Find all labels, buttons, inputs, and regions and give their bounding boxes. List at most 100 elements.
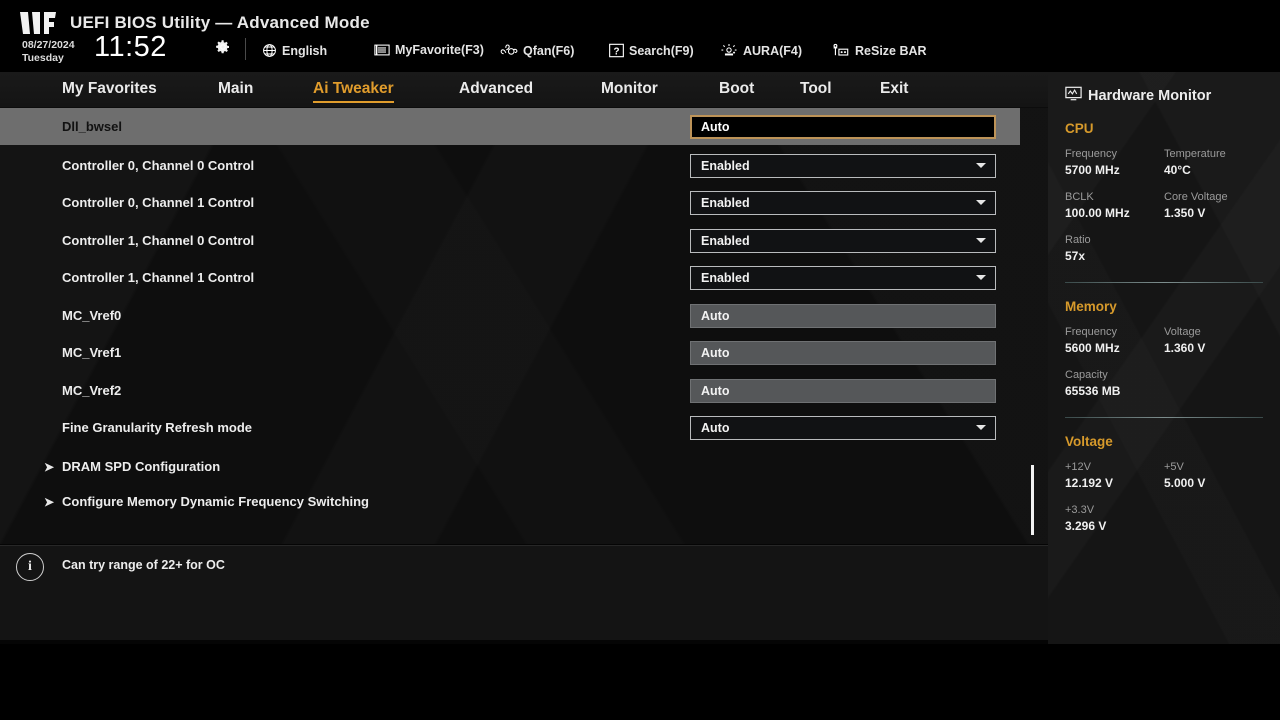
header-item-label: MyFavorite(F3)	[395, 43, 484, 57]
setting-label: MC_Vref2	[62, 383, 122, 398]
tab-advanced[interactable]: Advanced	[459, 80, 533, 101]
setting-value-dropdown[interactable]: Enabled	[690, 153, 996, 178]
header-item-search[interactable]: ? Search(F9)	[609, 43, 694, 58]
header-item-label: Qfan(F6)	[523, 43, 575, 58]
header-item-english[interactable]: English	[262, 43, 327, 58]
hw-metric-ratio: Ratio 57x	[1065, 233, 1263, 265]
setting-row-mc-vref2[interactable]: MC_Vref2 Auto	[0, 372, 1020, 409]
hw-metric-key: +5V	[1164, 461, 1184, 473]
setting-label: MC_Vref0	[62, 308, 122, 323]
hw-metric-value: 12.192 V	[1065, 476, 1114, 490]
setting-row-controller0-channel1[interactable]: Controller 0, Channel 1 Control Enabled	[0, 184, 1020, 221]
setting-value-input[interactable]: Auto	[690, 378, 996, 403]
hw-metric-key: +3.3V	[1065, 504, 1095, 516]
hw-metric-12v: +12V 12.192 V	[1065, 460, 1164, 492]
weekday-text: Tuesday	[22, 51, 64, 64]
chevron-down-icon	[976, 275, 986, 280]
setting-row-dll-bwsel[interactable]: Dll_bwsel Auto	[0, 108, 1020, 145]
header-item-label: English	[282, 43, 328, 58]
setting-value-input[interactable]: Auto	[690, 114, 996, 139]
header-item-label: ReSize BAR	[855, 43, 927, 58]
footer-bar: Last Modified EzMode(F7)| Hot Keys ? Ver…	[0, 644, 1280, 720]
hw-metric-value: 5700 MHz	[1065, 163, 1120, 177]
setting-label: Controller 1, Channel 1 Control	[62, 270, 255, 285]
hw-metric-key: BCLK	[1065, 191, 1094, 203]
system-clock: 11:52	[94, 31, 167, 63]
chevron-down-icon	[976, 163, 986, 168]
setting-row-mc-vref1[interactable]: MC_Vref1 Auto	[0, 334, 1020, 371]
header-bar: UEFI BIOS Utility — Advanced Mode 08/27/…	[0, 0, 1280, 72]
hw-metric-value: 1.350 V	[1164, 206, 1206, 220]
header-item-resizebar[interactable]: ReSize BAR	[831, 43, 927, 58]
setting-value-dropdown[interactable]: Enabled	[690, 228, 996, 253]
hw-metric-bclk: BCLK 100.00 MHz	[1065, 190, 1164, 222]
hw-metric-memory-voltage: Voltage 1.360 V	[1164, 325, 1263, 357]
chevron-down-icon	[976, 238, 986, 243]
hw-section-memory-title: Memory	[1065, 299, 1117, 314]
hardware-monitor-title: Hardware Monitor	[1088, 87, 1212, 104]
submenu-row-configure-memory-dynamic-frequency-switching[interactable]: ➤ Configure Memory Dynamic Frequency Swi…	[0, 483, 1020, 520]
hw-section-cpu-title: CPU	[1065, 121, 1094, 136]
info-icon: i	[16, 553, 44, 581]
settings-scrollbar-thumb[interactable]	[1031, 465, 1034, 535]
hw-metric-value: 40°C	[1164, 163, 1191, 177]
svg-text:?: ?	[613, 46, 619, 57]
hw-metric-cpu-temperature: Temperature 40°C	[1164, 147, 1263, 179]
setting-row-controller1-channel0[interactable]: Controller 1, Channel 0 Control Enabled	[0, 222, 1020, 259]
header-item-myfavorite[interactable]: MyFavorite(F3)	[374, 43, 484, 57]
page-title: UEFI BIOS Utility — Advanced Mode	[70, 13, 370, 32]
tab-monitor[interactable]: Monitor	[601, 80, 658, 101]
header-item-aura[interactable]: AURA(F4)	[720, 43, 802, 58]
hw-metric-key: Frequency	[1065, 326, 1117, 338]
dropdown-value: Enabled	[701, 270, 750, 285]
submenu-label: Configure Memory Dynamic Frequency Switc…	[62, 494, 369, 509]
setting-label: MC_Vref1	[62, 345, 122, 360]
hw-metric-key: Temperature	[1164, 148, 1226, 160]
setting-value-dropdown[interactable]: Enabled	[690, 265, 996, 290]
hw-row: +12V 12.192 V +5V 5.000 V	[1065, 460, 1263, 492]
setting-row-mc-vref0[interactable]: MC_Vref0 Auto	[0, 297, 1020, 334]
setting-row-controller1-channel1[interactable]: Controller 1, Channel 1 Control Enabled	[0, 259, 1020, 296]
tab-main[interactable]: Main	[218, 80, 253, 101]
system-date: 08/27/2024 Tuesday	[22, 39, 75, 64]
hw-metric-value: 5.000 V	[1164, 476, 1206, 490]
hw-metric-key: Capacity	[1065, 369, 1108, 381]
setting-row-fine-granularity-refresh-mode[interactable]: Fine Granularity Refresh mode Auto	[0, 409, 1020, 446]
date-text: 08/27/2024	[22, 39, 75, 51]
hw-metric-key: Ratio	[1065, 234, 1091, 246]
submenu-row-dram-spd-configuration[interactable]: ➤ DRAM SPD Configuration	[0, 448, 1020, 485]
hw-row: Ratio 57x	[1065, 233, 1263, 265]
hw-row: BCLK 100.00 MHz Core Voltage 1.350 V	[1065, 190, 1263, 222]
resizebar-icon	[831, 43, 850, 58]
chevron-down-icon	[976, 200, 986, 205]
hw-metric-value: 57x	[1065, 249, 1086, 263]
tab-tool[interactable]: Tool	[800, 80, 832, 101]
gear-icon[interactable]	[214, 38, 232, 56]
globe-icon	[262, 43, 277, 58]
hw-section-voltage-title: Voltage	[1065, 434, 1113, 449]
setting-label: Controller 0, Channel 0 Control	[62, 158, 255, 173]
setting-row-controller0-channel0[interactable]: Controller 0, Channel 0 Control Enabled	[0, 147, 1020, 184]
tab-boot[interactable]: Boot	[719, 80, 754, 101]
setting-value-input[interactable]: Auto	[690, 340, 996, 365]
setting-value-dropdown[interactable]: Auto	[690, 415, 996, 440]
hardware-monitor-panel: Hardware Monitor CPU Frequency 5700 MHz …	[1048, 72, 1280, 644]
setting-label: Controller 1, Channel 0 Control	[62, 233, 255, 248]
setting-label: Fine Granularity Refresh mode	[62, 420, 252, 435]
tab-ai-tweaker[interactable]: Ai Tweaker	[313, 80, 394, 103]
header-item-qfan[interactable]: Qfan(F6)	[500, 43, 574, 58]
hw-metric-key: Voltage	[1164, 326, 1201, 338]
monitor-icon	[1065, 86, 1082, 105]
hw-metric-core-voltage: Core Voltage 1.350 V	[1164, 190, 1263, 222]
hw-metric-key: Frequency	[1065, 148, 1117, 160]
bios-screen: UEFI BIOS Utility — Advanced Mode 08/27/…	[0, 0, 1280, 720]
aura-icon	[720, 43, 738, 58]
hw-metric-cpu-frequency: Frequency 5700 MHz	[1065, 147, 1164, 179]
setting-label: Controller 0, Channel 1 Control	[62, 195, 255, 210]
setting-value-dropdown[interactable]: Enabled	[690, 190, 996, 215]
tab-my-favorites[interactable]: My Favorites	[62, 80, 157, 101]
tab-exit[interactable]: Exit	[880, 80, 908, 101]
dropdown-value: Enabled	[701, 158, 750, 173]
setting-value-input[interactable]: Auto	[690, 303, 996, 328]
submenu-label: DRAM SPD Configuration	[62, 459, 221, 474]
